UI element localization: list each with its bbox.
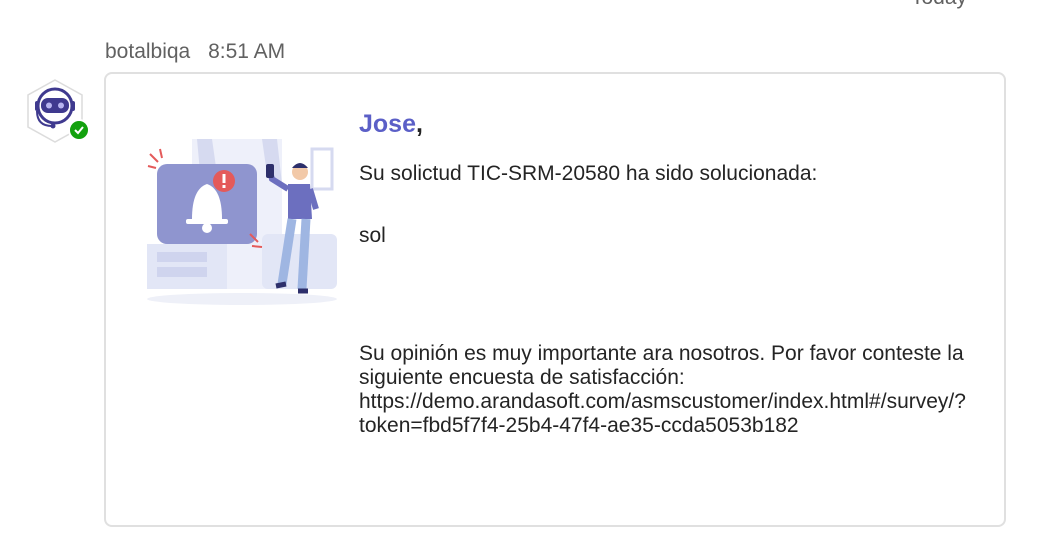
avatar[interactable] <box>22 78 90 144</box>
notification-bell-illustration <box>147 139 337 305</box>
sender-name[interactable]: botalbiqa <box>105 40 190 63</box>
date-divider: Today <box>911 0 967 10</box>
status-available-icon <box>68 119 90 141</box>
greeting: Jose, <box>359 110 969 138</box>
card-content: Jose, Su solictud TIC-SRM-20580 ha sido … <box>359 112 969 438</box>
survey-link[interactable]: https://demo.arandasoft.com/asmscustomer… <box>359 390 969 438</box>
greeting-name: Jose <box>359 110 416 138</box>
resolution-text: Su solictud TIC-SRM-20580 ha sido soluci… <box>359 162 818 185</box>
greeting-punct: , <box>415 110 423 138</box>
resolution-detail: sol <box>359 224 386 247</box>
message-meta: botalbiqa 8:51 AM <box>105 40 285 64</box>
adaptive-card: Jose, Su solictud TIC-SRM-20580 ha sido … <box>104 72 1006 527</box>
message-time: 8:51 AM <box>208 40 286 63</box>
survey-text: Su opinión es muy importante ara nosotro… <box>359 342 964 389</box>
